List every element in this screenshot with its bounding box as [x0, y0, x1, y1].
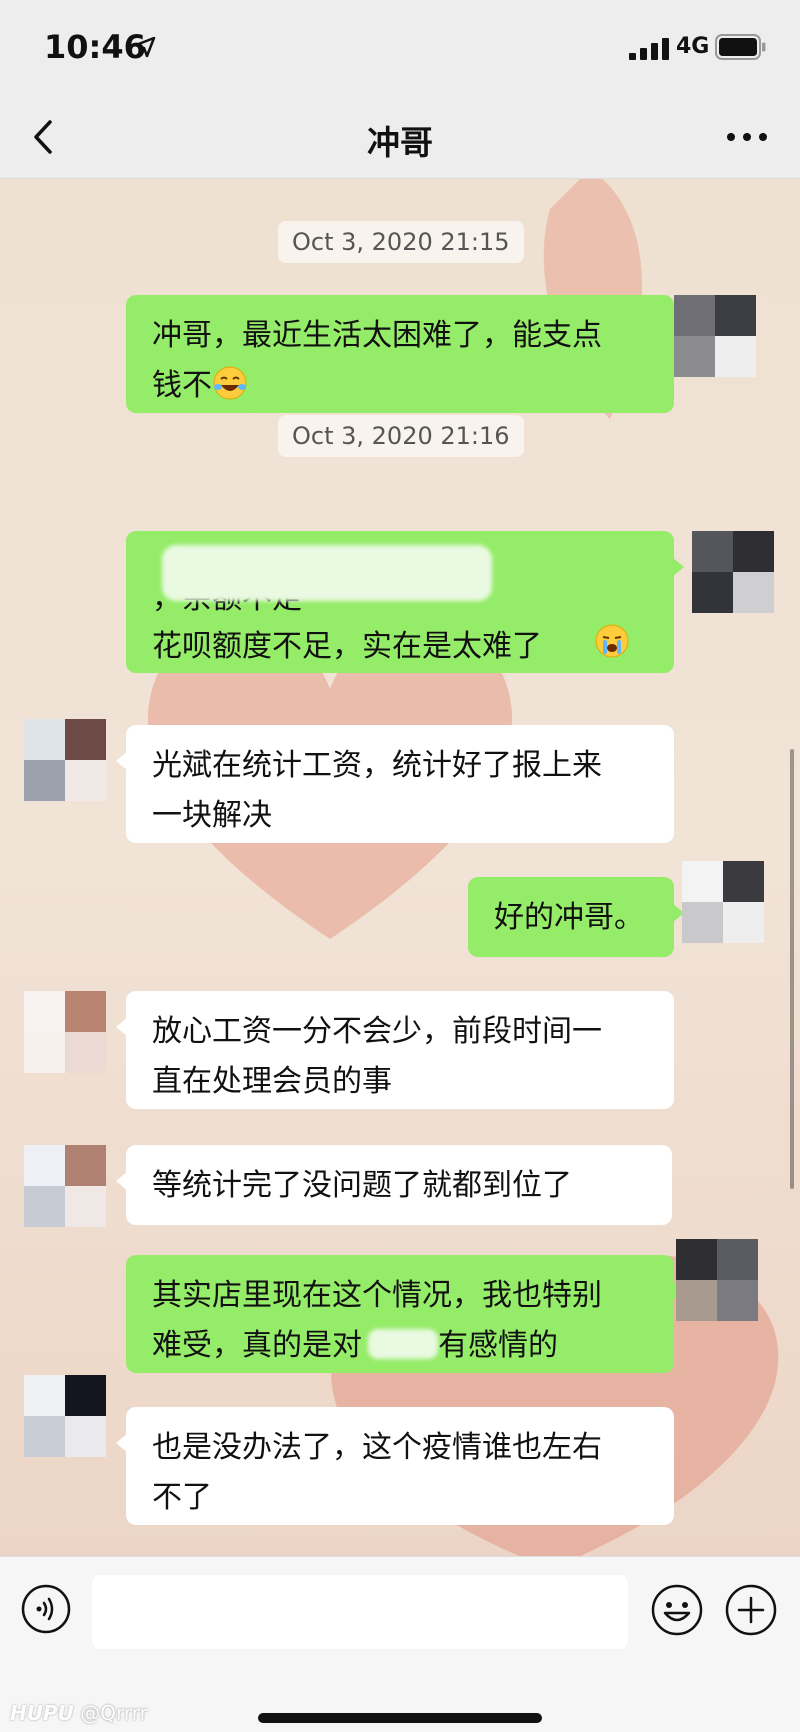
incoming-message-bubble[interactable]: 光斌在统计工资，统计好了报上来 一块解决 [116, 725, 674, 843]
scroll-indicator[interactable] [790, 749, 794, 1189]
message-text: 等统计完了没问题了就都到位了 [152, 1168, 572, 1203]
cellular-signal-icon [629, 38, 669, 60]
message-text: 好的冲哥。 [494, 900, 644, 935]
incoming-message-bubble[interactable]: 放心工资一分不会少，前段时间一 直在处理会员的事 [116, 991, 674, 1109]
my-avatar[interactable] [682, 861, 764, 943]
message-text-tail: 有感情的 [438, 1328, 558, 1363]
chat-message-list[interactable]: Oct 3, 2020 21:15 冲哥，最近生活太困难了，能支点 钱不 Oct… [0, 179, 800, 1556]
crying-emoji-icon [595, 624, 629, 658]
message-text: 也是没办法了，这个疫情谁也左右 不了 [152, 1430, 602, 1515]
voice-input-icon[interactable] [20, 1583, 72, 1635]
contact-avatar[interactable] [24, 1145, 106, 1227]
chat-header: 冲哥 [0, 96, 800, 179]
my-avatar[interactable] [674, 295, 756, 377]
watermark-brand: HUPU [10, 1701, 74, 1725]
status-time: 10:46 [44, 28, 146, 66]
network-type: 4G [676, 34, 710, 59]
outgoing-message-bubble[interactable]: 冲哥，最近生活太困难了，能支点 钱不 [126, 295, 684, 413]
watermark: HUPU @Qrrrr [10, 1701, 148, 1725]
outgoing-message-bubble[interactable]: ，余额不足 花呗额度不足，实在是太难了 [126, 531, 684, 673]
message-input-bar: HUPU @Qrrrr [0, 1556, 800, 1732]
my-avatar[interactable] [676, 1239, 758, 1321]
outgoing-message-bubble[interactable]: 好的冲哥。 [468, 877, 684, 957]
more-options-icon[interactable] [724, 122, 770, 152]
home-indicator[interactable] [258, 1713, 542, 1723]
status-bar: 10:46 4G [0, 0, 800, 96]
contact-avatar[interactable] [24, 719, 106, 801]
message-text: 放心工资一分不会少，前段时间一 直在处理会员的事 [152, 1014, 602, 1099]
message-timestamp: Oct 3, 2020 21:15 [278, 221, 524, 263]
chat-title: 冲哥 [367, 123, 433, 162]
battery-icon [715, 34, 766, 60]
outgoing-message-bubble[interactable]: 其实店里现在这个情况，我也特别 难受，真的是对 有感情的 [126, 1255, 684, 1373]
message-timestamp: Oct 3, 2020 21:16 [278, 415, 524, 457]
redaction-overlay [162, 545, 492, 601]
laughing-crying-emoji-icon [213, 366, 247, 400]
incoming-message-bubble[interactable]: 等统计完了没问题了就都到位了 [116, 1145, 672, 1225]
watermark-user: @Qrrrr [80, 1701, 148, 1725]
more-functions-plus-icon[interactable] [724, 1583, 778, 1637]
message-text-input[interactable] [92, 1575, 628, 1649]
redaction-overlay [368, 1329, 438, 1359]
contact-avatar[interactable] [24, 991, 106, 1073]
emoji-picker-icon[interactable] [650, 1583, 704, 1637]
message-text: 光斌在统计工资，统计好了报上来 一块解决 [152, 748, 602, 833]
incoming-message-bubble[interactable]: 也是没办法了，这个疫情谁也左右 不了 [116, 1407, 674, 1525]
contact-avatar[interactable] [24, 1375, 106, 1457]
location-arrow-icon [134, 36, 156, 58]
my-avatar[interactable] [692, 531, 774, 613]
